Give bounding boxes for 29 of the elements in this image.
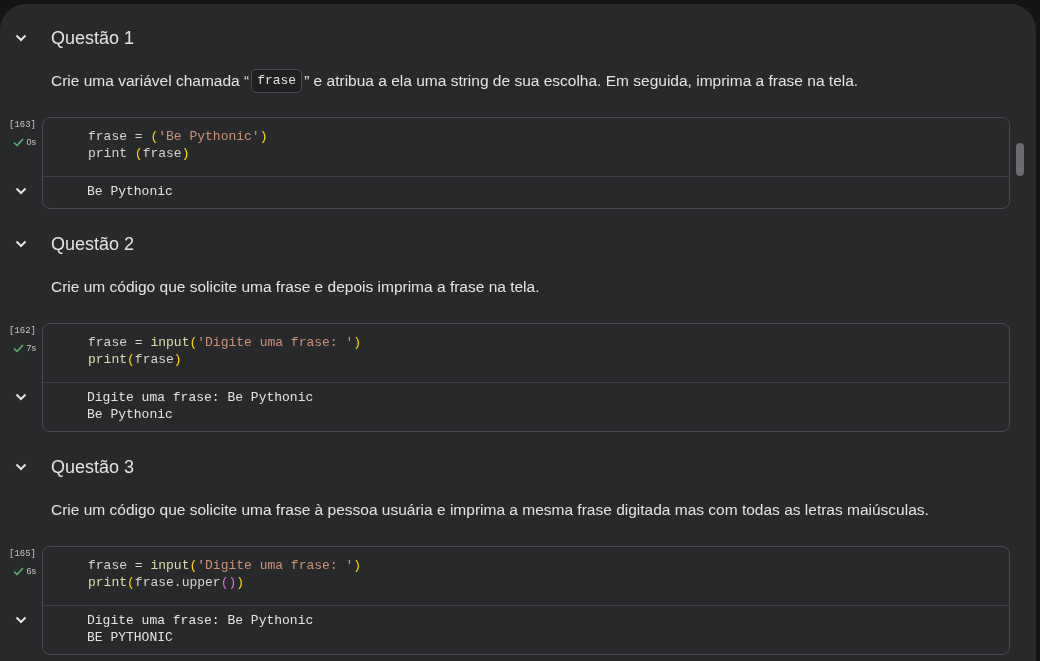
- code-line: print(frase.upper()): [88, 574, 246, 591]
- code-line: frase = ('Be Pythonic'): [88, 128, 269, 145]
- execution-count: [165]: [9, 549, 36, 560]
- output-text: Be Pythonic: [87, 406, 174, 423]
- scrollbar-thumb[interactable]: [1016, 143, 1024, 176]
- description-text: Crie uma variável chamada “: [51, 71, 250, 92]
- inline-code: frase: [251, 69, 303, 93]
- code-line: print (frase): [88, 145, 191, 162]
- description-text: ” e atribua a ela uma string de sua escolha. Em seguida, imprima a frase na tela.: [304, 71, 859, 92]
- run-duration: 6s: [26, 565, 36, 578]
- code-line: frase = input('Digite uma frase: '): [88, 334, 363, 351]
- output-toggle-button[interactable]: [15, 614, 27, 626]
- description-text: Crie um código que solicite uma frase e depois imprima a frase na tela.: [51, 277, 540, 298]
- output-text: Digite uma frase: Be Pythonic: [87, 612, 315, 629]
- execution-count: [162]: [9, 326, 36, 337]
- run-duration: 0s: [26, 136, 36, 149]
- code-line: frase = input('Digite uma frase: '): [88, 557, 363, 574]
- output-text: Digite uma frase: Be Pythonic: [87, 389, 315, 406]
- section-title: Questão 2: [51, 232, 135, 256]
- output-toggle-button[interactable]: [15, 185, 27, 197]
- run-duration: 7s: [26, 342, 36, 355]
- section-title: Questão 3: [51, 455, 135, 479]
- section-title: Questão 1: [51, 26, 135, 50]
- output-toggle-button[interactable]: [15, 391, 27, 403]
- output-text: BE PYTHONIC: [87, 629, 174, 646]
- output-text: Be Pythonic: [87, 183, 174, 200]
- execution-count: [163]: [9, 120, 36, 131]
- code-line: print(frase): [88, 351, 183, 368]
- description-text: Crie um código que solicite uma frase à pessoa usuária e imprima a mesma frase digitada mas com todas as letras maiúsculas.: [51, 500, 929, 521]
